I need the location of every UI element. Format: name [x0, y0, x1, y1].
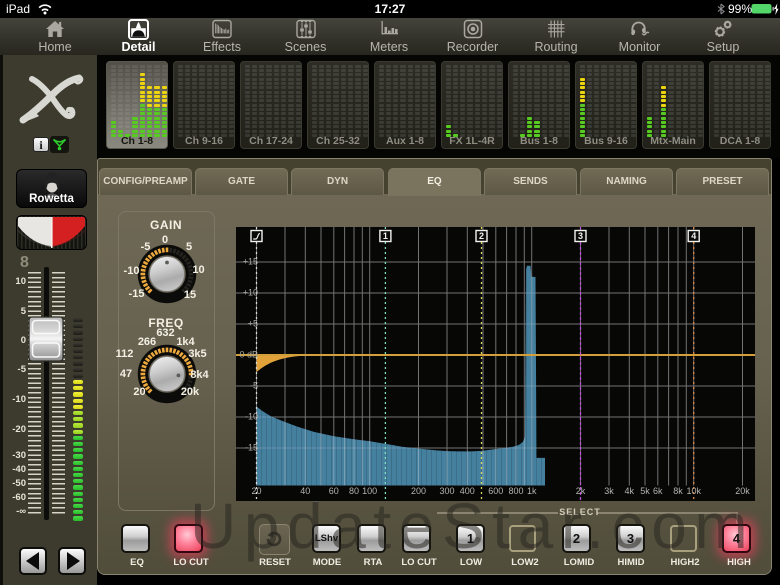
svg-text:+5: +5 — [248, 319, 258, 329]
svg-text:0 dB: 0 dB — [239, 350, 258, 360]
svg-text:4: 4 — [691, 231, 696, 241]
svg-text:-10: -10 — [245, 412, 258, 422]
svg-text:1: 1 — [383, 231, 388, 241]
svg-text:+10: +10 — [243, 288, 258, 298]
svg-text:-5: -5 — [250, 381, 258, 391]
svg-text:+15: +15 — [243, 257, 258, 267]
svg-text:2: 2 — [479, 231, 484, 241]
svg-text:3: 3 — [578, 231, 583, 241]
svg-text:-15: -15 — [245, 443, 258, 453]
